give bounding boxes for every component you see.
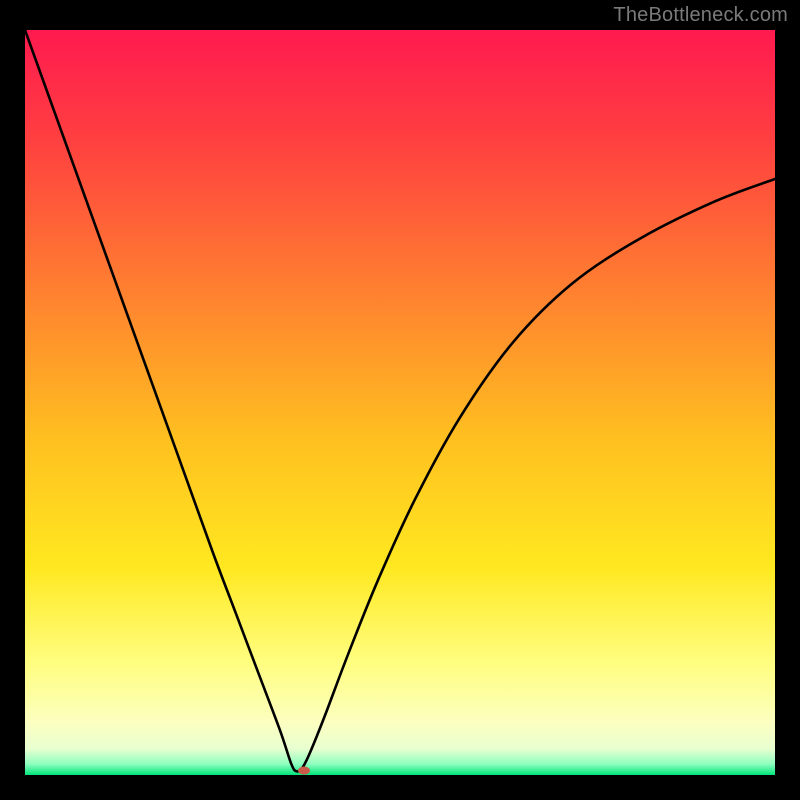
chart-frame: TheBottleneck.com [0,0,800,800]
chart-svg [25,30,775,775]
plot-area [25,30,775,775]
minimum-marker [298,767,310,775]
plot-background [25,30,775,775]
attribution-label: TheBottleneck.com [613,4,788,27]
